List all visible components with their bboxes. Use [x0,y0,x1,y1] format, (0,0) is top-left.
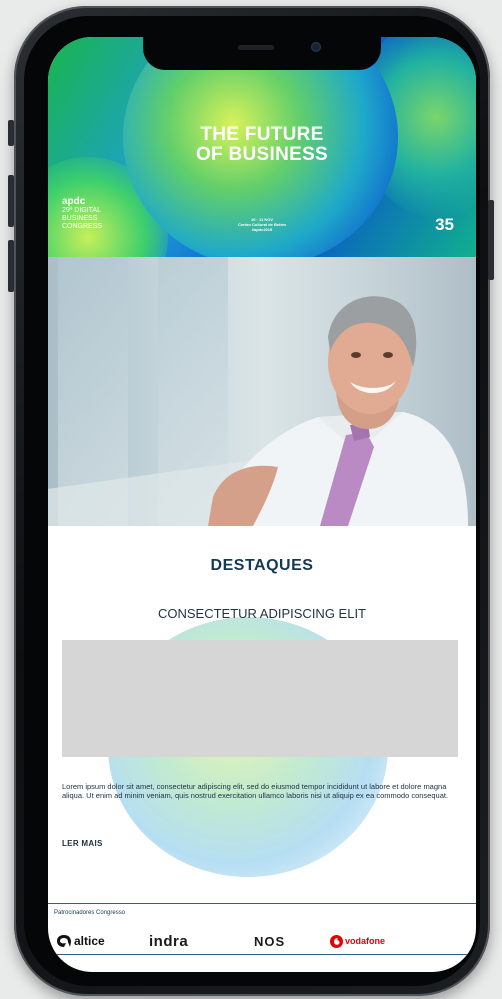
divider [48,903,476,904]
sponsor-indra[interactable]: indra [149,930,188,952]
sponsor-altice[interactable]: altice [56,930,105,952]
article-body: Lorem ipsum dolor sit amet, consectetur … [62,782,449,800]
footer-divider [48,954,476,955]
sponsors-label: Patrocinadores Congresso [54,910,126,916]
altice-icon [57,935,71,947]
sponsor-nos[interactable]: NOS [254,930,285,952]
image-placeholder [62,640,458,757]
event-info: 10 · 11 NOV Centro Cultural de Belém #ap… [48,217,476,232]
vodafone-icon [330,934,343,948]
side-button-volume-up [8,175,14,227]
speaker-photo [48,257,476,526]
phone-screen: THE FUTURE OF BUSINESS apdc 29º DIGITAL … [48,37,476,972]
front-camera-icon [311,42,321,52]
speaker-grille [238,45,274,50]
hero-title: THE FUTURE OF BUSINESS [195,124,329,165]
side-button-volume-down [8,240,14,292]
side-button-mute [8,120,14,146]
hero-banner[interactable]: THE FUTURE OF BUSINESS apdc 29º DIGITAL … [48,37,476,257]
article-subtitle: CONSECTETUR ADIPISCING ELIT [157,606,367,621]
sponsors-row: altice indra NOS vodafone [54,930,464,952]
sponsor-vodafone[interactable]: vodafone [330,930,385,952]
man-portrait-image [208,296,468,526]
anniversary-logo: 35 [435,215,454,234]
read-more-link[interactable]: LER MAIS [62,839,103,848]
event-hashtag: #apdc2019 [251,227,273,232]
side-button-power [488,200,494,280]
section-title: DESTAQUES [210,557,314,574]
notch [143,37,381,70]
apdc-logo: apdc [62,196,86,207]
